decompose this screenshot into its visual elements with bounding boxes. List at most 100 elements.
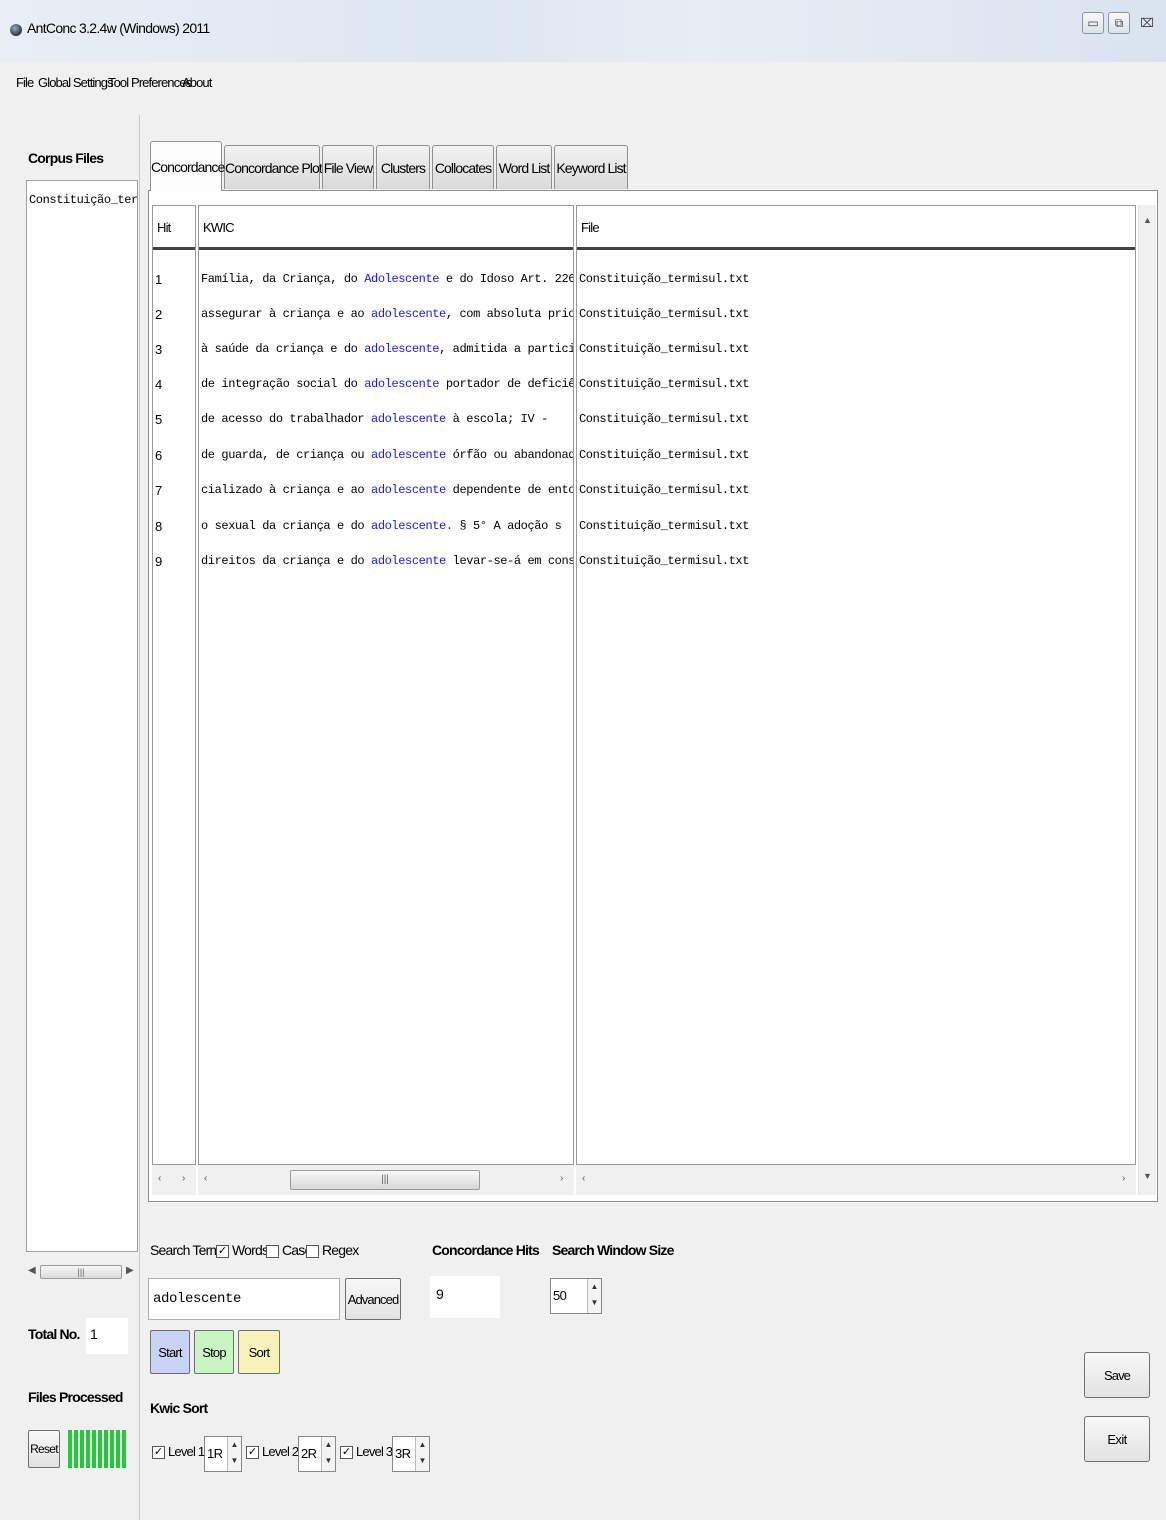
title-bar: AntConc 3.2.4w (Windows) 2011 ▭ ⧉ ⌧ [0, 0, 1166, 62]
kwic-keyword[interactable]: adolescente [371, 412, 446, 426]
file-column[interactable]: File Constituição_termisul.txt Constitui… [576, 205, 1136, 1165]
kwic-column[interactable]: KWIC Família, da Criança, do Adolescente… [198, 205, 574, 1165]
kwic-line[interactable]: assegurar à criança e ao adolescente, co… [201, 307, 573, 321]
file-name[interactable]: Constituição_termisul.txt [579, 554, 749, 568]
search-window-size-spinner[interactable]: 50 ▲ ▼ [550, 1278, 602, 1314]
scroll-left-arrow-icon[interactable]: ◀ [28, 1265, 36, 1276]
kwic-keyword[interactable]: adolescente [364, 342, 439, 356]
file-name[interactable]: Constituição_termisul.txt [579, 483, 749, 497]
kwic-line[interactable]: cializado à criança e ao adolescente dep… [201, 483, 573, 497]
file-name[interactable]: Constituição_termisul.txt [579, 412, 749, 426]
file-name[interactable]: Constituição_termisul.txt [579, 307, 749, 321]
reset-button[interactable]: Reset [28, 1430, 60, 1468]
file-name[interactable]: Constituição_termisul.txt [579, 377, 749, 391]
kwic-line[interactable]: o sexual da criança e do adolescente. § … [201, 519, 562, 533]
close-button[interactable]: ⌧ [1136, 12, 1158, 34]
kwic-keyword[interactable]: adolescente. [371, 519, 453, 533]
corpus-files-label: Corpus Files [28, 150, 104, 166]
kwic-line[interactable]: de guarda, de criança ou adolescente órf… [201, 448, 573, 462]
scroll-down-arrow-icon[interactable]: ▼ [1143, 1171, 1152, 1181]
scroll-right-arrow-icon[interactable]: › [1122, 1173, 1125, 1184]
file-name[interactable]: Constituição_termisul.txt [579, 272, 749, 286]
spinner-arrows-icon[interactable]: ▲ ▼ [587, 1279, 601, 1313]
window-title: AntConc 3.2.4w (Windows) 2011 [27, 20, 210, 36]
file-column-header[interactable]: File [577, 206, 1135, 250]
level-1-spinner[interactable]: 1R ▲ ▼ [204, 1436, 242, 1472]
spinner-arrows-icon[interactable]: ▲ ▼ [321, 1437, 335, 1471]
minimize-button[interactable]: ▭ [1082, 12, 1104, 34]
start-button[interactable]: Start [150, 1330, 190, 1374]
case-checkbox[interactable] [266, 1245, 279, 1258]
kwic-keyword[interactable]: adolescente [371, 483, 446, 497]
level-3-label: Level 3 [356, 1444, 393, 1459]
menu-about[interactable]: About [182, 75, 212, 90]
kwic-keyword[interactable]: adolescente [371, 448, 446, 462]
kwic-line[interactable]: de acesso do trabalhador adolescente à e… [201, 412, 548, 426]
kwic-horizontal-scrollbar[interactable]: ‹ ||| › [198, 1165, 574, 1195]
menu-tool-preferences[interactable]: Tool Preferences [108, 75, 192, 90]
hit-column-header[interactable]: Hit [153, 206, 195, 250]
scroll-right-arrow-icon[interactable]: ▶ [126, 1265, 134, 1276]
spinner-value[interactable]: 50 [553, 1288, 567, 1303]
search-term-input[interactable]: adolescente [148, 1278, 340, 1320]
words-checkbox[interactable]: ✓ [216, 1245, 229, 1258]
corpus-file-item[interactable]: Constituição_termi [29, 193, 137, 207]
scrollbar-thumb[interactable]: ||| [290, 1170, 480, 1190]
corpus-file-list[interactable]: Constituição_termi [26, 180, 138, 1252]
kwic-line[interactable]: à saúde da criança e do adolescente, adm… [201, 342, 573, 356]
file-name[interactable]: Constituição_termisul.txt [579, 448, 749, 462]
menu-file[interactable]: File [16, 75, 34, 90]
regex-checkbox[interactable] [306, 1245, 319, 1258]
kwic-line[interactable]: de integração social do adolescente port… [201, 377, 573, 391]
spinner-value[interactable]: 2R [301, 1446, 317, 1461]
tab-word-list[interactable]: Word List [496, 145, 552, 189]
tab-keyword-list[interactable]: Keyword List [554, 145, 628, 189]
kwic-line[interactable]: Família, da Criança, do Adolescente e do… [201, 272, 573, 286]
save-window-button[interactable]: Save Window [1084, 1352, 1150, 1429]
level-3-checkbox[interactable]: ✓ [340, 1446, 353, 1459]
level-3-spinner[interactable]: 3R ▲ ▼ [392, 1436, 430, 1472]
hit-number: 7 [155, 483, 163, 498]
spinner-value[interactable]: 1R [207, 1446, 223, 1461]
tab-concordance[interactable]: Concordance [150, 141, 225, 191]
scroll-right-arrow-icon[interactable]: › [560, 1173, 563, 1184]
scroll-left-arrow-icon[interactable]: ‹ [582, 1173, 585, 1184]
hit-horizontal-scrollbar[interactable]: ‹ › [152, 1165, 196, 1195]
scroll-up-arrow-icon[interactable]: ▲ [1143, 215, 1152, 225]
kwic-column-header[interactable]: KWIC [199, 206, 573, 250]
advanced-button[interactable]: Advanced [345, 1278, 401, 1320]
menu-global-settings[interactable]: Global Settings [38, 75, 114, 90]
kwic-keyword[interactable]: adolescente [371, 554, 446, 568]
level-2-checkbox[interactable]: ✓ [246, 1446, 259, 1459]
hit-number: 1 [155, 272, 163, 287]
file-horizontal-scrollbar[interactable]: ‹ › [576, 1165, 1136, 1195]
search-window-size-label: Search Window Size [552, 1242, 674, 1258]
exit-button[interactable]: Exit [1084, 1416, 1150, 1462]
tab-collocates[interactable]: Collocates [432, 145, 494, 189]
spinner-value[interactable]: 3R [395, 1446, 411, 1461]
kwic-keyword[interactable]: adolescente [371, 307, 446, 321]
kwic-line[interactable]: direitos da criança e do adolescente lev… [201, 554, 573, 568]
maximize-button[interactable]: ⧉ [1108, 12, 1130, 34]
file-name[interactable]: Constituição_termisul.txt [579, 519, 749, 533]
scroll-left-arrow-icon[interactable]: ‹ [204, 1173, 207, 1184]
file-name[interactable]: Constituição_termisul.txt [579, 342, 749, 356]
stop-button[interactable]: Stop [194, 1330, 234, 1374]
level-2-spinner[interactable]: 2R ▲ ▼ [298, 1436, 336, 1472]
spinner-arrows-icon[interactable]: ▲ ▼ [415, 1437, 429, 1471]
sort-button[interactable]: Sort [238, 1330, 280, 1374]
hit-number: 2 [155, 307, 163, 322]
tab-file-view[interactable]: File View [322, 145, 374, 189]
tab-clusters[interactable]: Clusters [376, 145, 430, 189]
scrollbar-thumb[interactable]: ||| [40, 1265, 122, 1279]
level-1-checkbox[interactable]: ✓ [152, 1446, 165, 1459]
tab-concordance-plot[interactable]: Concordance Plot [224, 145, 323, 189]
spinner-arrows-icon[interactable]: ▲ ▼ [227, 1437, 241, 1471]
kwic-keyword[interactable]: adolescente [364, 377, 439, 391]
table-vertical-scrollbar[interactable]: ▲ ▼ [1138, 205, 1156, 1195]
scroll-left-arrow-icon[interactable]: ‹ [158, 1173, 161, 1184]
corpus-horizontal-scrollbar[interactable]: ◀ ||| ▶ [26, 1262, 138, 1282]
scroll-right-arrow-icon[interactable]: › [182, 1173, 185, 1184]
kwic-keyword[interactable]: Adolescente [364, 272, 439, 286]
files-processed-label: Files Processed [28, 1389, 123, 1405]
